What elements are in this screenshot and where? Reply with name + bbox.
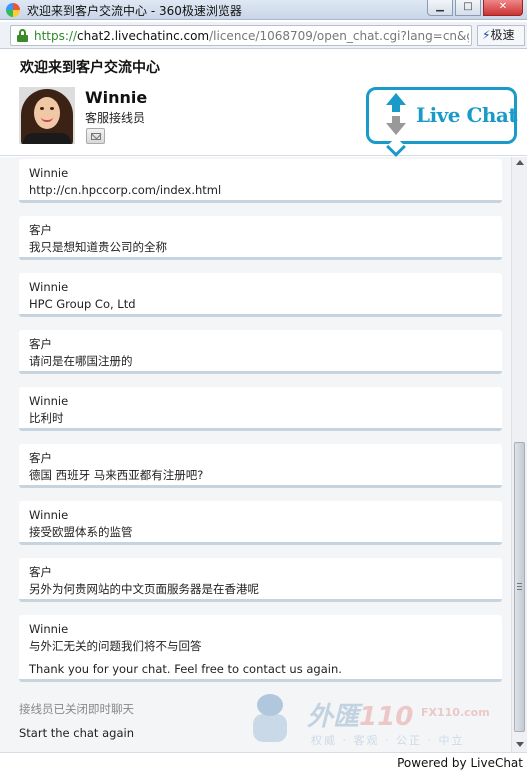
chat-header: 欢迎来到客户交流中心 Winnie 客服接线员 Live Chat: [0, 50, 527, 157]
minimize-icon: ▁: [436, 1, 444, 12]
chat-message: 客户 德国 西班牙 马来西亚都有注册吧?: [19, 444, 502, 488]
maximize-icon: □: [463, 1, 473, 12]
url-path: /licence/1068709/open_chat.cgi?lang=cn&g…: [209, 29, 469, 43]
welcome-title: 欢迎来到客户交流中心: [20, 60, 160, 76]
minimize-button[interactable]: ▁: [427, 0, 453, 16]
message-text: HPC Group Co, Ltd: [29, 297, 136, 311]
chat-message: Winnie HPC Group Co, Ltd: [19, 273, 502, 317]
livechat-logo: Live Chat: [366, 87, 518, 157]
message-author: Winnie: [29, 394, 69, 408]
window-title: 欢迎来到客户交流中心 - 360极速浏览器: [27, 4, 242, 18]
livechat-logo-text: Live Chat: [416, 103, 518, 127]
message-text: 与外汇无关的问题我们将不与回答: [29, 639, 202, 653]
message-text: 接受欧盟体系的监管: [29, 525, 133, 539]
message-author: 客户: [29, 223, 52, 237]
scroll-up-arrow-icon[interactable]: [516, 160, 524, 165]
powered-by-link[interactable]: Powered by LiveChat: [397, 756, 523, 770]
livechat-arrows-icon: [383, 93, 409, 137]
agent-role: 客服接线员: [85, 111, 146, 125]
watermark-brand-number: 110: [359, 702, 414, 732]
chat-transcript[interactable]: Winnie http://cn.hpccorp.com/index.html …: [0, 157, 511, 752]
url-field[interactable]: https://chat2.livechatinc.com/licence/10…: [10, 25, 472, 46]
message-text: 我只是想知道贵公司的全称: [29, 240, 167, 254]
message-author: Winnie: [29, 280, 69, 294]
chat-closed-status: 接线员已关闭即时聊天: [19, 702, 134, 716]
maximize-button[interactable]: □: [455, 0, 481, 16]
close-icon: ✕: [498, 1, 508, 12]
url-text: https://chat2.livechatinc.com/licence/10…: [34, 29, 469, 43]
message-author: 客户: [29, 337, 52, 351]
start-chat-again-link[interactable]: Start the chat again: [19, 726, 134, 740]
grip-icon: [517, 583, 522, 590]
lock-icon: [17, 29, 28, 42]
chat-message: 客户 我只是想知道贵公司的全称: [19, 216, 502, 260]
watermark-site: FX110.com: [421, 706, 490, 719]
watermark-brand: 外匯110: [307, 696, 413, 733]
chat-message: Winnie 与外汇无关的问题我们将不与回答 Thank you for you…: [19, 615, 502, 682]
message-text: 另外为何贵网站的中文页面服务器是在香港呢: [29, 582, 259, 596]
url-protocol: https://: [34, 29, 78, 43]
scrollbar-thumb[interactable]: [514, 442, 525, 732]
chat-footer: Powered by LiveChat: [0, 752, 527, 776]
message-author: 客户: [29, 565, 52, 579]
agent-avatar: [19, 87, 75, 144]
envelope-icon: [91, 133, 101, 140]
chat-message: Winnie 比利时: [19, 387, 502, 431]
browser-logo-icon: [6, 3, 20, 17]
message-text: 德国 西班牙 马来西亚都有注册吧?: [29, 468, 204, 482]
chat-scrollbar[interactable]: [511, 157, 527, 752]
address-bar: https://chat2.livechatinc.com/licence/10…: [0, 22, 527, 49]
message-author: Winnie: [29, 508, 69, 522]
chat-message: 客户 请问是在哪国注册的: [19, 330, 502, 374]
scroll-down-arrow-icon[interactable]: [516, 742, 524, 747]
url-host: chat2.livechatinc.com: [77, 29, 210, 43]
message-text[interactable]: http://cn.hpccorp.com/index.html: [29, 182, 492, 199]
watermark-tagline: 权威 · 客观 · 公正 · 中立: [311, 734, 465, 747]
email-transcript-button[interactable]: [86, 128, 105, 144]
chat-message: Winnie http://cn.hpccorp.com/index.html: [19, 159, 502, 203]
message-author: Winnie: [29, 622, 69, 636]
window-titlebar: 欢迎来到客户交流中心 - 360极速浏览器 ▁ □ ✕: [0, 0, 527, 20]
fx110-watermark: 外匯110 FX110.com 权威 · 客观 · 公正 · 中立: [245, 692, 495, 752]
agent-name: Winnie: [85, 88, 148, 107]
close-button[interactable]: ✕: [483, 0, 523, 16]
speed-mode-label: 极速: [490, 28, 515, 42]
speed-mode-button[interactable]: ⚡极速: [477, 25, 525, 46]
message-author: Winnie: [29, 166, 69, 180]
message-text: 比利时: [29, 411, 64, 425]
message-text: 请问是在哪国注册的: [29, 354, 133, 368]
message-author: 客户: [29, 451, 52, 465]
chat-message: 客户 另外为何贵网站的中文页面服务器是在香港呢: [19, 558, 502, 602]
mascot-icon: [247, 694, 293, 746]
closing-message-text: Thank you for your chat. Feel free to co…: [29, 662, 342, 676]
watermark-brand-prefix: 外匯: [307, 702, 360, 732]
chat-message: Winnie 接受欧盟体系的监管: [19, 501, 502, 545]
